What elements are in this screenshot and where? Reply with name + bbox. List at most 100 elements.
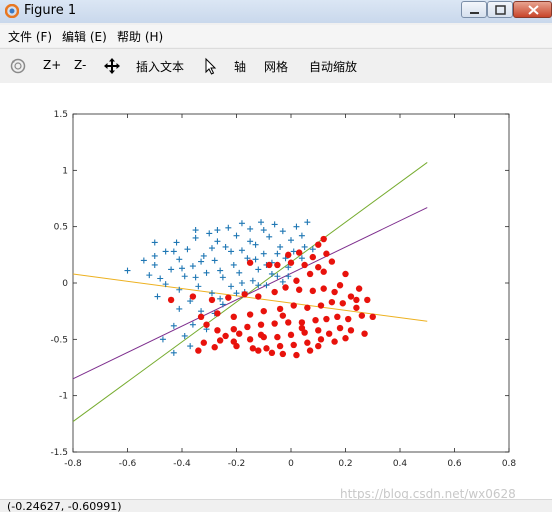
data-point-dot [276, 342, 284, 350]
data-point-dot [345, 315, 352, 323]
data-point-dot [216, 337, 224, 344]
data-point-dot [189, 293, 197, 300]
data-point-dot [249, 345, 257, 352]
data-point-dot [295, 286, 303, 293]
data-point-dot [285, 251, 292, 259]
data-point-dot [293, 351, 300, 359]
window-title: Figure 1 [24, 3, 77, 18]
data-point-dot [244, 323, 251, 331]
cursor-coordinates: (-0.24627, -0.60991) [7, 500, 122, 512]
rotate-icon[interactable] [9, 57, 27, 75]
data-point-dot [295, 249, 303, 256]
data-point-dot [317, 302, 325, 309]
x-tick-label: -0.8 [64, 459, 82, 469]
pointer-icon[interactable] [202, 57, 220, 75]
data-point-dot [208, 296, 216, 304]
data-point-dot [167, 296, 175, 304]
data-point-dot [257, 321, 265, 328]
scatter-plot[interactable]: -0.8 -0.6 -0.4 -0.2 0 0.2 0.4 0.6 0.8 1.5 1 0.5 0 -0.… [0, 83, 552, 499]
minimize-icon [470, 12, 479, 14]
data-point-dot [353, 296, 360, 304]
pan-icon[interactable] [103, 57, 121, 75]
data-point-dot [361, 330, 368, 337]
data-point-dot [315, 264, 322, 271]
toolbar: Z+ Z- 插入文本 轴 网格 自动缩放 [0, 48, 552, 84]
title-bar[interactable]: Figure 1 [0, 0, 552, 23]
data-point-dot [271, 288, 278, 296]
data-point-dot [211, 344, 218, 351]
data-point-dot [279, 312, 287, 319]
data-point-dot [290, 341, 297, 349]
data-point-dot [268, 349, 276, 357]
x-tick-label: 0 [288, 459, 294, 469]
minimize-button[interactable] [461, 1, 487, 18]
data-point-dot [369, 313, 376, 320]
close-icon [528, 5, 539, 15]
data-point-dot [301, 261, 308, 269]
data-point-dot [236, 330, 243, 337]
data-point-dot [336, 282, 344, 289]
data-point-dot [315, 241, 322, 248]
menu-help[interactable]: 帮助 (H) [117, 28, 163, 45]
data-point-dot [323, 315, 330, 323]
data-point-dot [214, 310, 221, 317]
data-point-dot [298, 324, 306, 332]
data-point-dot [353, 304, 360, 311]
data-point-dot [257, 331, 265, 339]
data-point-dot [358, 312, 366, 319]
data-point-dot [233, 342, 240, 350]
x-tick-label: 0.2 [338, 459, 352, 469]
x-tick-label: 0.6 [447, 459, 462, 469]
zoom-out-button[interactable]: Z- [74, 58, 86, 72]
x-tick-label: 0.8 [502, 459, 517, 469]
y-tick-label: 1.5 [54, 110, 68, 120]
y-tick-label: -1.5 [50, 448, 68, 458]
data-point-dot [230, 313, 237, 320]
data-point-dot [331, 288, 338, 296]
y-tick-label: -0.5 [50, 335, 68, 345]
data-point-dot [282, 284, 289, 291]
data-point-dot [290, 302, 297, 309]
data-point-dot [304, 304, 311, 311]
data-point-dot [287, 331, 295, 339]
data-point-dot [266, 261, 273, 269]
x-tick-label: -0.6 [119, 459, 137, 469]
data-point-dot [298, 319, 306, 326]
data-point-dot [306, 270, 314, 278]
grid-button[interactable]: 网格 [264, 58, 288, 75]
data-point-dot [347, 293, 355, 300]
data-point-dot [285, 319, 292, 326]
data-point-dot [203, 321, 210, 328]
x-tick-label: -0.4 [173, 459, 191, 469]
menu-file[interactable]: 文件 (F) [8, 28, 52, 45]
figure-window: Figure 1 文件 (F) 编辑 (E) 帮助 (H) Z+ Z- 插入文本… [0, 0, 552, 512]
data-point-dot [355, 285, 363, 292]
data-point-dot [222, 332, 229, 340]
data-point-dot [246, 311, 254, 318]
data-point-dot [263, 345, 270, 352]
data-point-dot [195, 347, 202, 354]
data-point-dot [287, 259, 295, 266]
maximize-button[interactable] [487, 1, 513, 18]
data-point-dot [364, 296, 371, 304]
insert-text-button[interactable]: 插入文本 [136, 58, 184, 75]
data-point-dot [323, 250, 330, 257]
data-point-dot [279, 350, 287, 358]
data-point-dot [320, 268, 327, 275]
zoom-in-button[interactable]: Z+ [43, 58, 61, 72]
data-point-dot [274, 333, 281, 341]
status-bar: (-0.24627, -0.60991) [0, 499, 552, 512]
axis-button[interactable]: 轴 [234, 58, 246, 75]
autoscale-button[interactable]: 自动缩放 [309, 58, 357, 75]
data-point-dot [347, 327, 355, 334]
plot-canvas[interactable]: -0.8 -0.6 -0.4 -0.2 0 0.2 0.4 0.6 0.8 1.5 1 0.5 0 -0.… [0, 83, 552, 499]
data-point-dot [309, 287, 316, 295]
data-point-dot [334, 313, 341, 320]
y-tick-label: 1 [62, 166, 68, 176]
close-button[interactable] [513, 1, 552, 18]
data-point-dot [197, 313, 205, 320]
data-point-dot [276, 305, 284, 313]
menu-edit[interactable]: 编辑 (E) [62, 28, 107, 45]
data-point-dot [271, 320, 278, 327]
y-tick-label: 0 [62, 279, 68, 289]
